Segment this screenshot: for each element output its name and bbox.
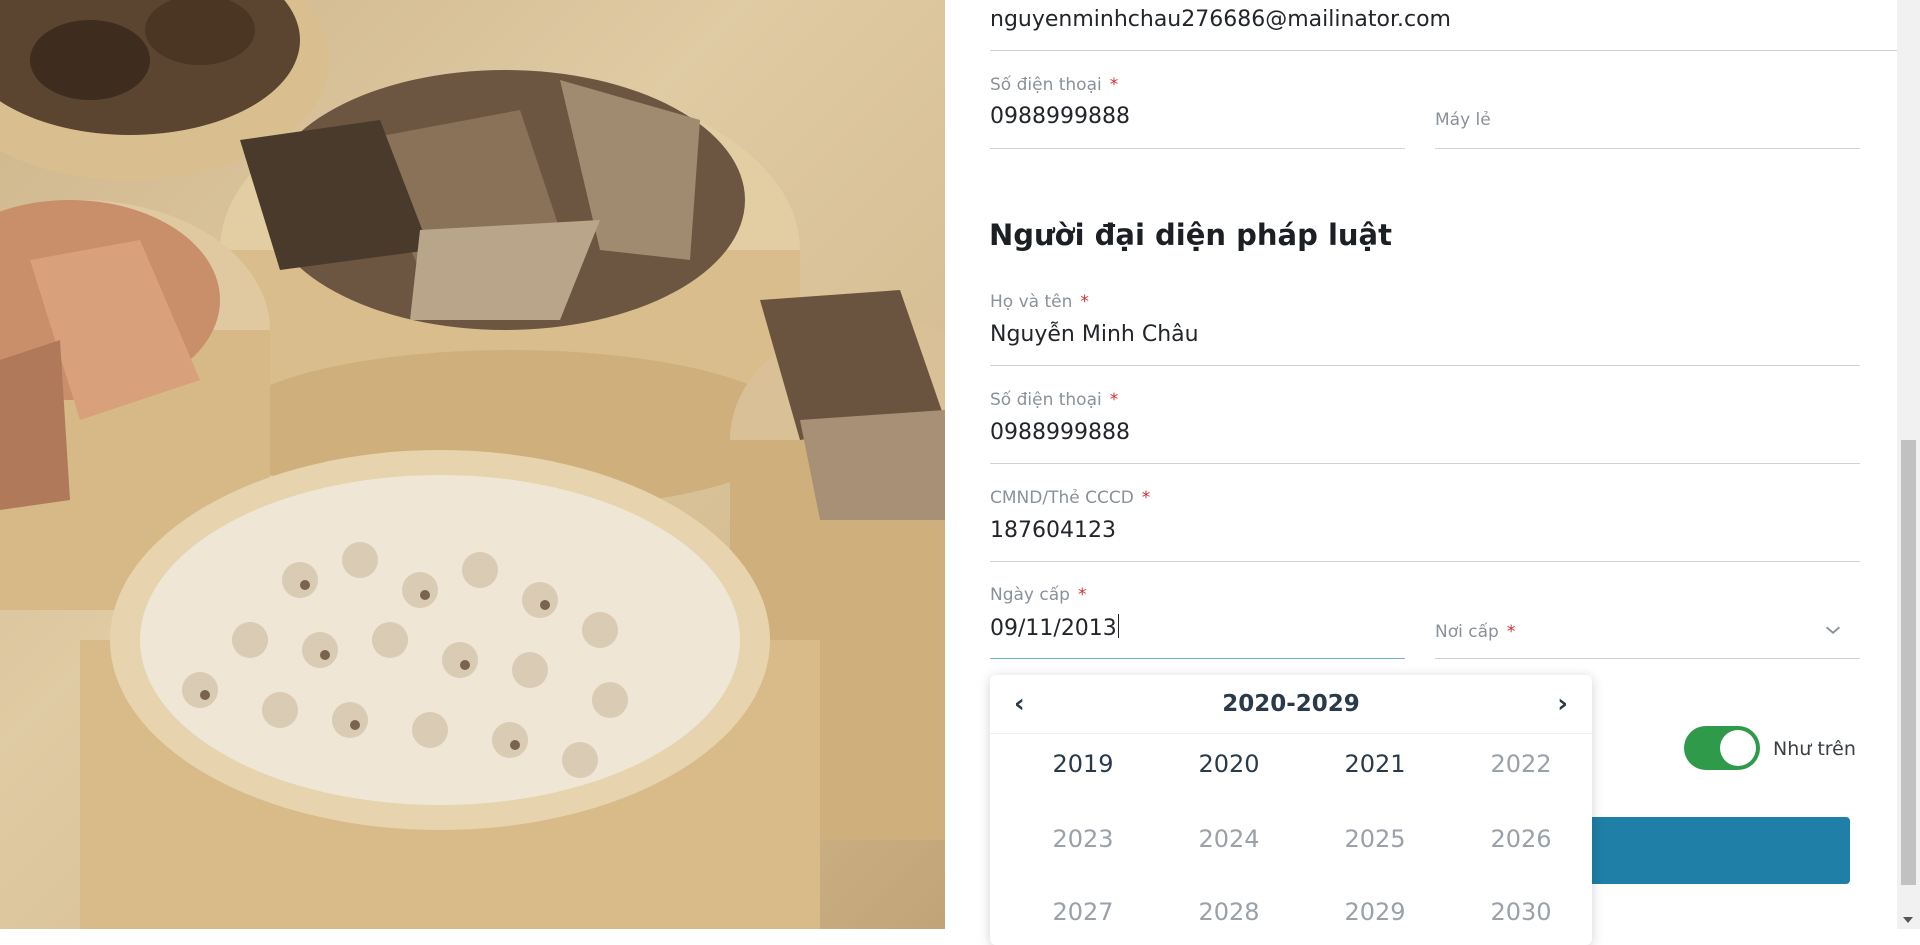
year-picker-header: ‹ 2020-2029 › — [990, 675, 1592, 734]
page-scrollbar[interactable] — [1897, 0, 1920, 929]
year-option[interactable]: 2028 — [1156, 898, 1302, 926]
issue-place-label: Nơi cấp * — [1435, 622, 1516, 642]
email-field[interactable]: nguyenminhchau276686@mailinator.com — [990, 0, 1905, 51]
herbal-ingredients-photo — [0, 0, 945, 929]
legal-rep-phone-label: Số điện thoại * — [990, 390, 1119, 410]
issue-date-field[interactable]: Ngày cấp * 09/11/2013 — [990, 583, 1405, 659]
scrollbar-thumb[interactable] — [1901, 440, 1916, 885]
id-number-value: 187604123 — [990, 518, 1116, 543]
company-phone-underline — [990, 148, 1405, 149]
photo-illustration — [0, 0, 945, 929]
full-name-underline — [990, 365, 1860, 366]
year-option[interactable]: 2026 — [1448, 825, 1594, 853]
email-value: nguyenminhchau276686@mailinator.com — [990, 7, 1451, 32]
company-phone-value: 0988999888 — [990, 104, 1130, 129]
legal-rep-phone-value: 0988999888 — [990, 420, 1130, 445]
year-option[interactable]: 2021 — [1302, 750, 1448, 778]
id-number-label: CMND/Thẻ CCCD * — [990, 488, 1151, 508]
year-option[interactable]: 2030 — [1448, 898, 1594, 926]
same-as-above-label: Như trên — [1773, 738, 1856, 760]
scroll-down-arrow-icon[interactable] — [1903, 917, 1913, 923]
id-number-underline — [990, 561, 1860, 562]
full-name-value: Nguyễn Minh Châu — [990, 322, 1199, 347]
year-option[interactable]: 2020 — [1156, 750, 1302, 778]
year-option[interactable]: 2023 — [1010, 825, 1156, 853]
company-phone-label: Số điện thoại * — [990, 75, 1119, 95]
company-phone-field[interactable]: Số điện thoại * 0988999888 — [990, 72, 1405, 149]
legal-representative-title: Người đại diện pháp luật — [989, 218, 1392, 252]
year-option[interactable]: 2024 — [1156, 825, 1302, 853]
year-option[interactable]: 2025 — [1302, 825, 1448, 853]
text-cursor — [1117, 614, 1120, 638]
decade-title[interactable]: 2020-2029 — [990, 691, 1592, 717]
email-underline — [990, 50, 1905, 51]
extension-underline — [1435, 148, 1860, 149]
legal-rep-phone-field[interactable]: Số điện thoại * 0988999888 — [990, 388, 1860, 464]
year-option[interactable]: 2027 — [1010, 898, 1156, 926]
issue-date-label: Ngày cấp * — [990, 585, 1087, 605]
issue-place-underline — [1435, 658, 1860, 659]
year-option[interactable]: 2022 — [1448, 750, 1594, 778]
same-as-above-toggle[interactable] — [1684, 726, 1760, 770]
extension-placeholder: Máy lẻ — [1435, 110, 1491, 130]
year-option[interactable]: 2029 — [1302, 898, 1448, 926]
id-number-field[interactable]: CMND/Thẻ CCCD * 187604123 — [990, 486, 1860, 562]
issue-date-value: 09/11/2013 — [990, 614, 1120, 641]
legal-rep-phone-underline — [990, 463, 1860, 464]
chevron-down-icon[interactable] — [1822, 619, 1844, 641]
issue-date-underline — [990, 657, 1405, 659]
issue-place-select[interactable]: Nơi cấp * — [1435, 583, 1860, 659]
full-name-field[interactable]: Họ và tên * Nguyễn Minh Châu — [990, 290, 1860, 366]
year-picker-popup: ‹ 2020-2029 › 2019 2020 2021 2022 2023 2024 20… — [990, 675, 1592, 945]
next-decade-button[interactable]: › — [1557, 689, 1568, 719]
extension-field[interactable]: Máy lẻ — [1435, 72, 1860, 149]
toggle-knob — [1720, 730, 1756, 766]
year-option[interactable]: 2019 — [1010, 750, 1156, 778]
full-name-label: Họ và tên * — [990, 292, 1089, 312]
